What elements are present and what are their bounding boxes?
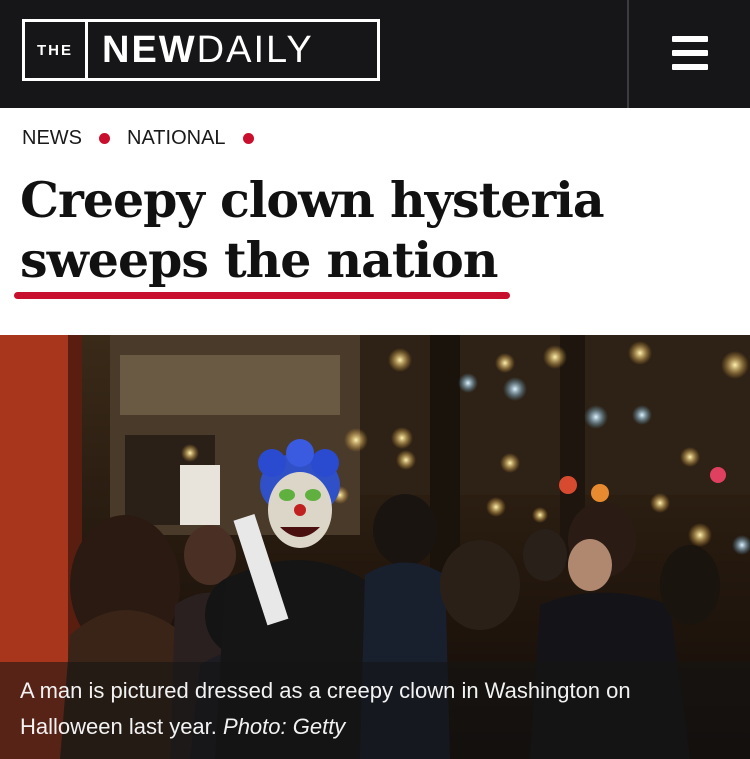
headline-line-1: Creepy clown hysteria bbox=[20, 171, 605, 229]
site-header: THE NEWDAILY bbox=[0, 0, 750, 108]
breadcrumb-national[interactable]: NATIONAL bbox=[127, 127, 226, 150]
menu-bar-middle bbox=[672, 50, 708, 56]
article-photo: A man is pictured dressed as a creepy cl… bbox=[0, 335, 750, 759]
logo-wordmark-bold: NEW bbox=[102, 28, 197, 71]
breadcrumb-dot-2 bbox=[242, 133, 254, 144]
hamburger-menu-icon[interactable] bbox=[660, 30, 718, 76]
menu-bar-bottom bbox=[672, 64, 708, 70]
headline-underline bbox=[14, 292, 510, 299]
photo-caption: A man is pictured dressed as a creepy cl… bbox=[0, 662, 750, 759]
photo-credit: Photo: Getty bbox=[223, 714, 346, 739]
caption-text: A man is pictured dressed as a creepy cl… bbox=[20, 673, 720, 745]
menu-bar-top bbox=[672, 36, 708, 42]
header-divider bbox=[627, 0, 629, 108]
breadcrumb-news[interactable]: NEWS bbox=[22, 127, 82, 150]
logo-wordmark: NEWDAILY bbox=[88, 29, 377, 72]
breadcrumb-dot-1 bbox=[99, 133, 110, 144]
article-headline: Creepy clown hysteria sweeps the nation bbox=[20, 170, 720, 290]
logo-prefix: THE bbox=[37, 41, 73, 59]
site-logo[interactable]: THE NEWDAILY bbox=[22, 19, 380, 81]
breadcrumb: NEWS NATIONAL bbox=[22, 127, 271, 150]
headline-line-2: sweeps the nation bbox=[20, 231, 498, 289]
logo-wordmark-light: DAILY bbox=[196, 28, 314, 71]
